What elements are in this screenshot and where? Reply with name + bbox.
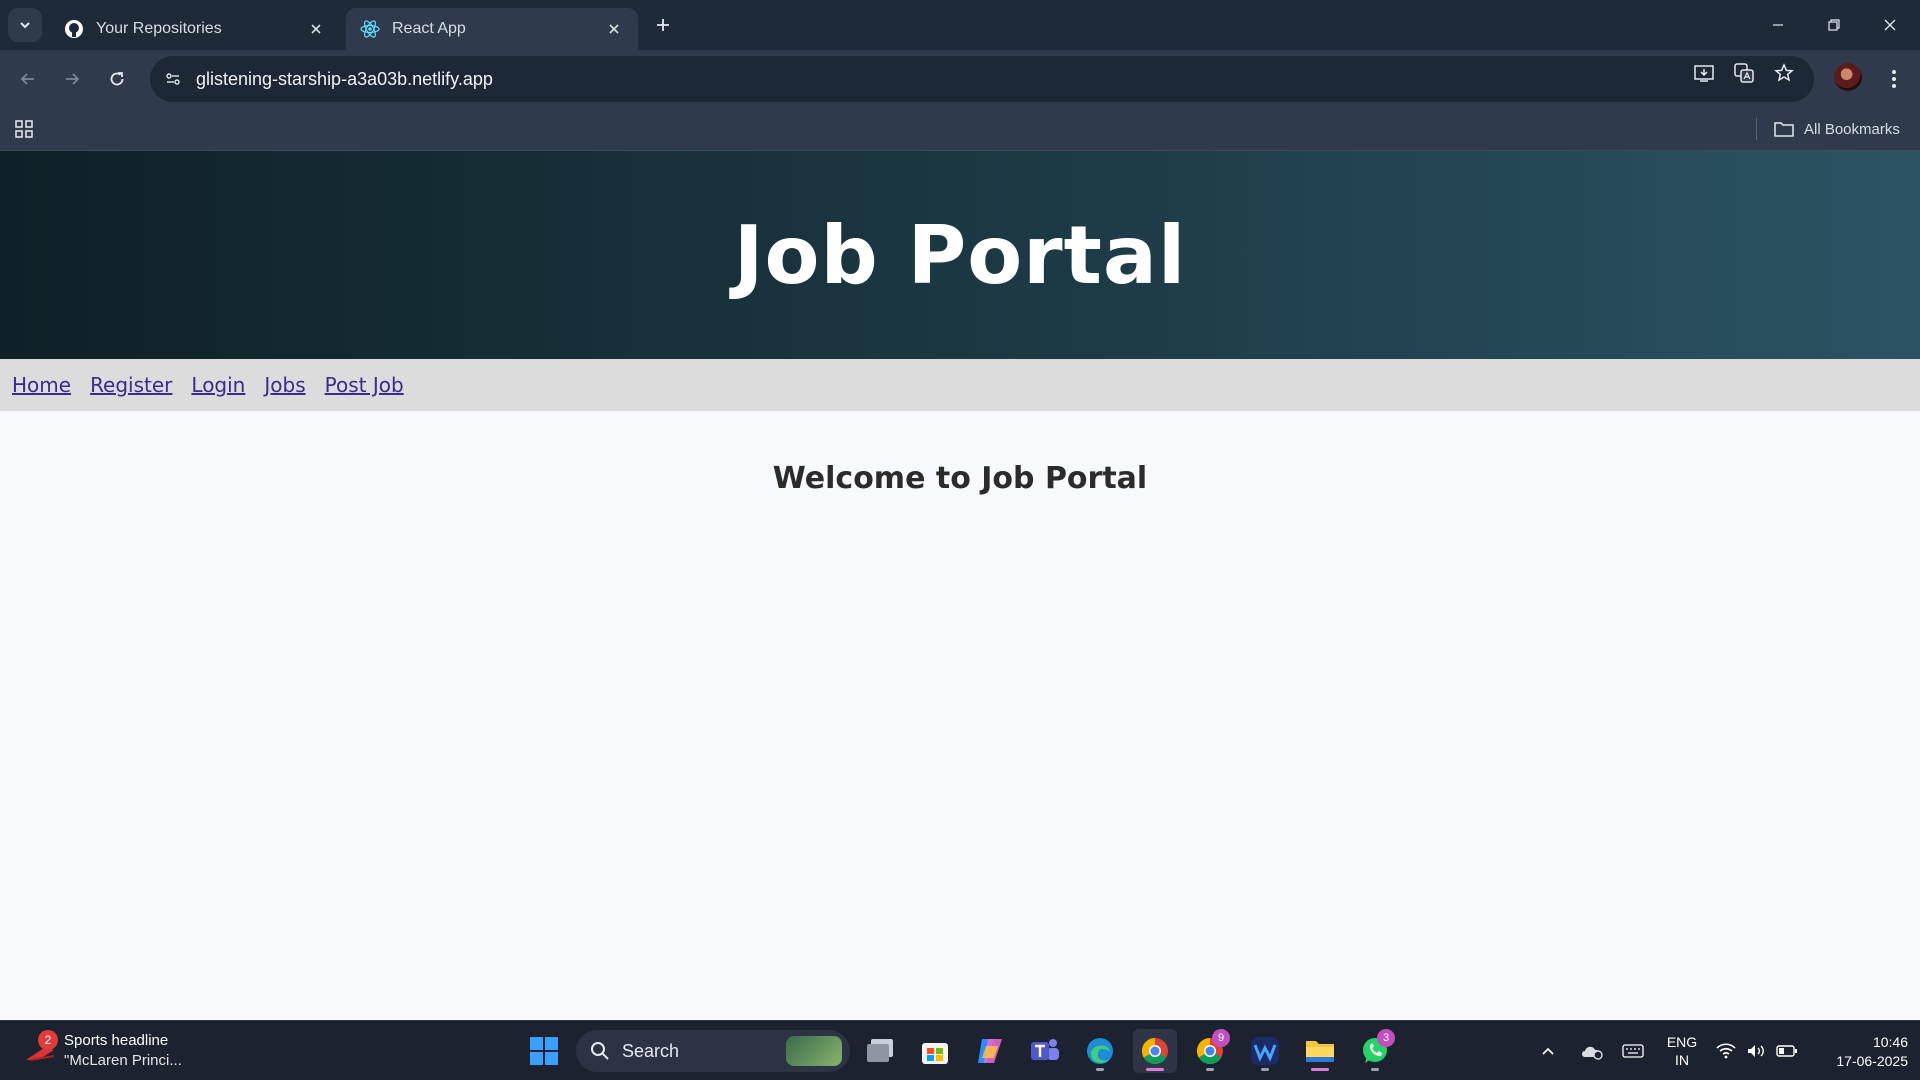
folder-icon xyxy=(1306,1041,1334,1062)
react-icon xyxy=(360,19,380,39)
back-button[interactable] xyxy=(10,61,46,97)
hero-header: Job Portal xyxy=(0,151,1920,359)
close-icon[interactable] xyxy=(604,19,624,39)
address-bar[interactable]: glistening-starship-a3a03b.netlify.app xyxy=(150,56,1814,102)
browser-toolbar: glistening-starship-a3a03b.netlify.app xyxy=(0,50,1920,108)
search-highlight-image xyxy=(786,1036,842,1066)
forward-button[interactable] xyxy=(54,61,90,97)
chrome-app-profile[interactable]: 9 xyxy=(1188,1029,1232,1073)
notification-badge: 9 xyxy=(1212,1029,1230,1047)
page-title: Job Portal xyxy=(733,208,1187,302)
page-content: Job Portal Home Register Login Jobs Post… xyxy=(0,151,1920,1020)
volume-icon[interactable] xyxy=(1746,1021,1766,1080)
apps-grid-icon[interactable] xyxy=(12,117,36,141)
keyboard-icon[interactable] xyxy=(1622,1021,1644,1080)
bookmark-star-icon[interactable] xyxy=(1768,57,1800,89)
news-subtitle: "McLaren Princi... xyxy=(64,1052,182,1069)
news-widget[interactable]: 2 Sports headline "McLaren Princi... xyxy=(24,1029,182,1073)
chrome-icon xyxy=(1141,1037,1168,1065)
teams-app[interactable] xyxy=(1023,1029,1067,1073)
more-vertical-icon xyxy=(1892,70,1896,88)
region-code: IN xyxy=(1675,1052,1689,1068)
all-bookmarks-label: All Bookmarks xyxy=(1804,120,1900,138)
translate-icon[interactable] xyxy=(1728,57,1760,89)
notification-badge: 3 xyxy=(1377,1029,1395,1047)
task-view-button[interactable] xyxy=(858,1029,902,1073)
whatsapp-app[interactable]: 3 xyxy=(1353,1029,1397,1073)
new-tab-button[interactable] xyxy=(648,10,678,40)
chrome-app-active[interactable] xyxy=(1133,1029,1177,1073)
arrow-right-icon xyxy=(66,73,80,85)
tab-search-button[interactable] xyxy=(8,8,42,42)
restore-icon xyxy=(1828,19,1840,31)
microsoft-store-app[interactable] xyxy=(913,1029,957,1073)
copilot-icon xyxy=(978,1039,1002,1063)
task-view-icon xyxy=(867,1039,893,1062)
w-app-icon xyxy=(1251,1037,1279,1065)
windows-logo-icon xyxy=(530,1037,558,1065)
store-icon xyxy=(922,1043,948,1064)
reload-button[interactable] xyxy=(99,61,135,97)
chevron-down-icon xyxy=(20,22,30,29)
bookmarks-bar: All Bookmarks xyxy=(0,108,1920,151)
tab-title: Your Repositories xyxy=(96,20,222,37)
file-explorer-app[interactable] xyxy=(1298,1029,1342,1073)
folder-icon xyxy=(1774,120,1794,138)
clock-date: 17-06-2025 xyxy=(1836,1053,1908,1069)
chevron-up-icon xyxy=(1542,1047,1554,1055)
webex-app[interactable] xyxy=(1243,1029,1287,1073)
nav-link-jobs[interactable]: Jobs xyxy=(264,373,305,397)
minimize-button[interactable] xyxy=(1750,0,1806,50)
taskbar-search[interactable]: Search xyxy=(576,1030,850,1072)
start-button[interactable] xyxy=(522,1029,566,1073)
profile-avatar[interactable] xyxy=(1834,63,1862,91)
browser-tab-strip: Your Repositories React App xyxy=(0,0,1920,50)
copilot-app[interactable] xyxy=(968,1029,1012,1073)
language-code: ENG xyxy=(1666,1034,1698,1050)
close-icon xyxy=(1884,19,1896,31)
browser-menu-button[interactable] xyxy=(1878,61,1910,97)
github-icon xyxy=(64,19,84,39)
search-label: Search xyxy=(622,1040,680,1061)
clock-time: 10:46 xyxy=(1872,1034,1908,1050)
welcome-heading: Welcome to Job Portal xyxy=(772,461,1148,496)
nav-link-register[interactable]: Register xyxy=(90,373,172,397)
onedrive-icon[interactable] xyxy=(1580,1021,1604,1080)
plus-icon xyxy=(657,19,669,31)
edge-app[interactable] xyxy=(1078,1029,1122,1073)
reload-icon xyxy=(110,72,124,86)
all-bookmarks-button[interactable]: All Bookmarks xyxy=(1774,116,1900,142)
language-indicator[interactable]: ENG IN xyxy=(1660,1033,1704,1069)
site-navbar: Home Register Login Jobs Post Job xyxy=(0,359,1920,411)
arrow-left-icon xyxy=(20,73,34,85)
teams-icon xyxy=(1031,1039,1059,1060)
site-info-icon[interactable] xyxy=(158,64,188,94)
show-hidden-icons-button[interactable] xyxy=(1540,1021,1556,1080)
nav-link-post-job[interactable]: Post Job xyxy=(325,373,404,397)
news-title: Sports headline xyxy=(64,1032,169,1049)
tab-title: React App xyxy=(392,20,466,37)
bookmarks-separator xyxy=(1756,118,1757,140)
system-clock[interactable]: 10:46 17-06-2025 xyxy=(1812,1033,1908,1071)
taskbar: 2 Sports headline "McLaren Princi... Sea… xyxy=(0,1020,1920,1080)
battery-icon[interactable] xyxy=(1776,1021,1798,1080)
close-icon[interactable] xyxy=(306,19,326,39)
news-icon: 2 xyxy=(24,1030,58,1068)
minimize-icon xyxy=(1773,24,1783,26)
news-badge: 2 xyxy=(38,1030,58,1050)
tab-your-repositories[interactable]: Your Repositories xyxy=(50,8,340,50)
nav-link-home[interactable]: Home xyxy=(12,373,71,397)
restore-button[interactable] xyxy=(1806,0,1862,50)
install-app-icon[interactable] xyxy=(1688,57,1720,89)
url-text[interactable]: glistening-starship-a3a03b.netlify.app xyxy=(196,69,1814,90)
edge-icon xyxy=(1087,1038,1113,1064)
tab-react-app[interactable]: React App xyxy=(346,8,638,50)
search-icon xyxy=(590,1041,610,1061)
wifi-icon[interactable] xyxy=(1716,1021,1736,1080)
nav-link-login[interactable]: Login xyxy=(191,373,245,397)
close-window-button[interactable] xyxy=(1862,0,1918,50)
